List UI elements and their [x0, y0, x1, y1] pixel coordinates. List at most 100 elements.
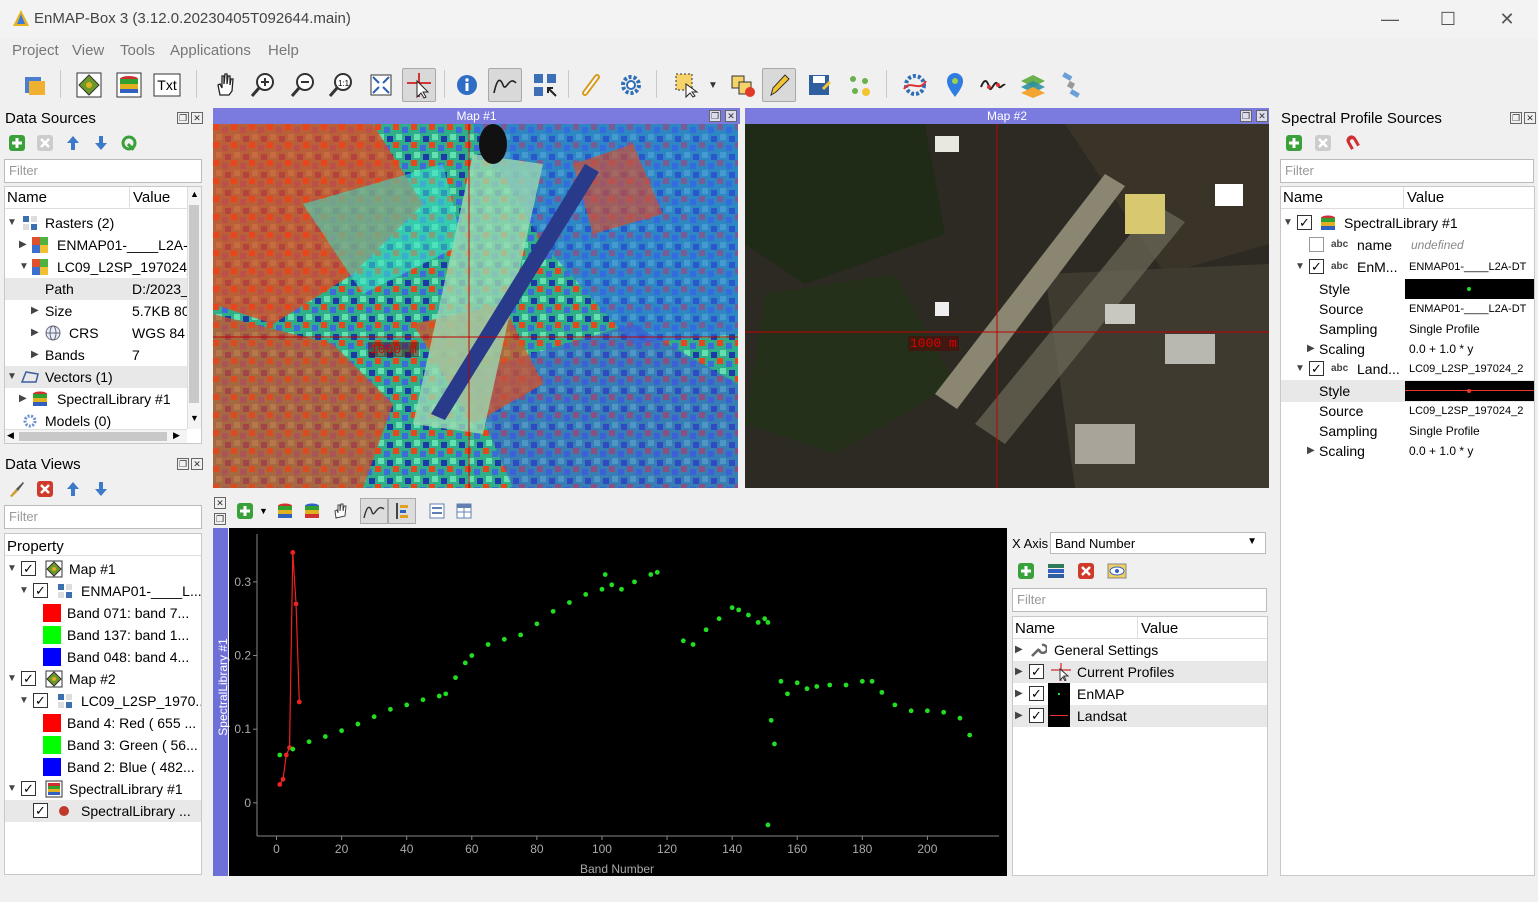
close-button[interactable]: ✕ — [1495, 8, 1519, 30]
add-visualization-icon[interactable] — [1017, 562, 1035, 580]
pan-tool-button[interactable] — [208, 68, 242, 102]
menu-help[interactable]: Help — [268, 42, 299, 59]
zoom-native-button[interactable]: 1:1 — [324, 68, 358, 102]
tree-item-path[interactable]: Path D:/2023_ — [5, 278, 187, 300]
tree-item-landsat-style[interactable]: Style — [1281, 380, 1534, 402]
close-panel-button[interactable]: ✕ — [191, 112, 203, 124]
float-map-button[interactable]: ❐ — [709, 110, 721, 122]
column-name-header[interactable]: Name — [1283, 189, 1323, 206]
zoom-full-button[interactable] — [364, 68, 398, 102]
new-text-view-button[interactable]: Txt — [150, 68, 184, 102]
identify-profile-button[interactable] — [488, 68, 522, 102]
link-maps-button[interactable] — [574, 68, 608, 102]
collapse-all-icon[interactable] — [64, 134, 82, 152]
layers-button[interactable] — [1016, 68, 1050, 102]
expand-arrow-icon[interactable]: ▶ — [1015, 639, 1025, 661]
tree-item-speclib[interactable]: ▶ SpectralLibrary #1 — [5, 388, 187, 410]
tree-item-current-profiles[interactable]: ▶ ✓ Current Profiles — [1013, 661, 1267, 683]
visualization-settings-icon[interactable] — [1047, 562, 1065, 580]
landsat-field-checkbox[interactable]: ✓ — [1309, 361, 1324, 376]
tree-item-landsat-scaling[interactable]: ▶ Scaling 0.0 + 1.0 * y — [1281, 440, 1534, 462]
float-map-button[interactable]: ❐ — [1240, 110, 1252, 122]
move-to-location-button[interactable] — [528, 68, 562, 102]
tree-item-raster-enmap[interactable]: ▶ ENMAP01-____L2A- — [5, 234, 187, 256]
spectral-view-checkbox[interactable]: ✓ — [21, 781, 36, 796]
map1-title-bar[interactable]: Map #1 — [213, 108, 740, 124]
data-views-filter[interactable]: Filter — [4, 505, 202, 529]
band-item[interactable]: Band 137: band 1... — [5, 624, 201, 646]
location-button[interactable] — [938, 68, 972, 102]
add-source-icon[interactable] — [1285, 134, 1303, 152]
tree-item-map2-layer[interactable]: ▼ ✓ LC09_L2SP_1970... — [5, 690, 201, 712]
layer-checkbox[interactable]: ✓ — [33, 803, 48, 818]
tree-item-landsat-sampling[interactable]: Sampling Single Profile — [1281, 420, 1534, 442]
attribute-panel-toggle-button[interactable] — [388, 498, 416, 524]
import-library-icon[interactable] — [276, 502, 294, 520]
satellite-button[interactable] — [1054, 68, 1088, 102]
expand-arrow-icon[interactable]: ▼ — [1295, 358, 1305, 380]
zoom-out-button[interactable] — [286, 68, 320, 102]
column-name-header[interactable]: Name — [7, 189, 47, 206]
layer-checkbox[interactable]: ✓ — [33, 583, 48, 598]
processing-toolbox-button[interactable] — [898, 68, 932, 102]
expand-arrow-icon[interactable]: ▶ — [31, 322, 41, 344]
name-field-checkbox[interactable] — [1309, 237, 1324, 252]
band-item[interactable]: Band 2: Blue ( 482... — [5, 756, 201, 778]
expand-arrow-icon[interactable]: ▶ — [1307, 440, 1317, 462]
expand-arrow-icon[interactable]: ▶ — [19, 388, 29, 410]
profile-view-toggle-button[interactable] — [360, 498, 388, 524]
data-sources-filter[interactable]: Filter — [4, 159, 202, 183]
enmap-style-preview[interactable] — [1405, 279, 1534, 299]
column-value-header[interactable]: Value — [1141, 620, 1178, 637]
expand-arrow-icon[interactable]: ▼ — [7, 558, 17, 580]
profile-sources-filter[interactable]: Filter — [1280, 159, 1534, 183]
tree-item-name-field[interactable]: abc name undefined — [1281, 234, 1534, 256]
spectral-plot[interactable]: 0 20 40 60 80 100 120 140 160 180 200 0 0.1 0.2 0.3 — [229, 528, 1007, 876]
expand-arrow-icon[interactable]: ▼ — [7, 668, 17, 690]
magnet-icon[interactable] — [1344, 134, 1362, 152]
current-profiles-checkbox[interactable]: ✓ — [1029, 664, 1044, 679]
expand-arrow-icon[interactable]: ▼ — [19, 690, 29, 712]
close-view-button[interactable]: ✕ — [214, 497, 226, 509]
identify-info-button[interactable] — [450, 68, 484, 102]
expand-arrow-icon[interactable]: ▼ — [1283, 212, 1293, 234]
toggle-editing-button[interactable] — [762, 68, 796, 102]
expand-arrow-icon[interactable]: ▶ — [1015, 683, 1025, 705]
float-panel-button[interactable]: ❐ — [1510, 112, 1522, 124]
speclib-checkbox[interactable]: ✓ — [1297, 215, 1312, 230]
menu-project[interactable]: Project — [12, 42, 59, 59]
tree-item-enmap-visualization[interactable]: ▶ ✓ EnMAP — [1013, 683, 1267, 705]
tree-item-raster-landsat[interactable]: ▼ LC09_L2SP_197024_ — [5, 256, 187, 278]
maximize-button[interactable]: ☐ — [1436, 8, 1460, 30]
tree-item-enmap-style[interactable]: Style — [1281, 278, 1534, 300]
pan-profiles-icon[interactable] — [331, 502, 349, 520]
remove-source-icon[interactable] — [36, 134, 54, 152]
tree-item-rasters[interactable]: ▼ Rasters (2) — [5, 212, 187, 234]
landsat-visualization-checkbox[interactable]: ✓ — [1029, 708, 1044, 723]
column-name-header[interactable]: Name — [1015, 620, 1055, 637]
remove-source-icon[interactable] — [1314, 134, 1332, 152]
menu-view[interactable]: View — [72, 42, 104, 59]
map1-canvas[interactable] — [213, 124, 738, 488]
scroll-right-arrow-icon[interactable]: ▶ — [173, 430, 180, 441]
enmap-field-checkbox[interactable]: ✓ — [1309, 259, 1324, 274]
tree-item-vectors[interactable]: ▼ Vectors (1) — [5, 366, 187, 388]
expand-arrow-icon[interactable]: ▼ — [19, 256, 29, 278]
expand-arrow-icon[interactable]: ▼ — [7, 366, 17, 388]
save-edits-button[interactable] — [802, 68, 836, 102]
zoom-in-button[interactable] — [246, 68, 280, 102]
select-dropdown-arrow-icon[interactable]: ▼ — [708, 80, 718, 91]
visibility-icon[interactable] — [1107, 562, 1127, 580]
new-map-view-button[interactable] — [72, 68, 106, 102]
map2-canvas[interactable] — [745, 124, 1269, 488]
minimize-button[interactable]: — — [1378, 8, 1402, 30]
float-panel-button[interactable]: ❐ — [177, 458, 189, 470]
expand-arrow-icon[interactable]: ▶ — [1015, 705, 1025, 727]
map1-checkbox[interactable]: ✓ — [21, 561, 36, 576]
close-panel-button[interactable]: ✕ — [1524, 112, 1536, 124]
scroll-down-arrow-icon[interactable]: ▼ — [190, 413, 199, 423]
tree-item-general-settings[interactable]: ▶ General Settings — [1013, 639, 1267, 661]
tree-item-crs[interactable]: ▶ CRS WGS 84 — [5, 322, 187, 344]
tree-item-spectral-view[interactable]: ▼ ✓ SpectralLibrary #1 — [5, 778, 201, 800]
expand-arrow-icon[interactable]: ▼ — [1295, 256, 1305, 278]
